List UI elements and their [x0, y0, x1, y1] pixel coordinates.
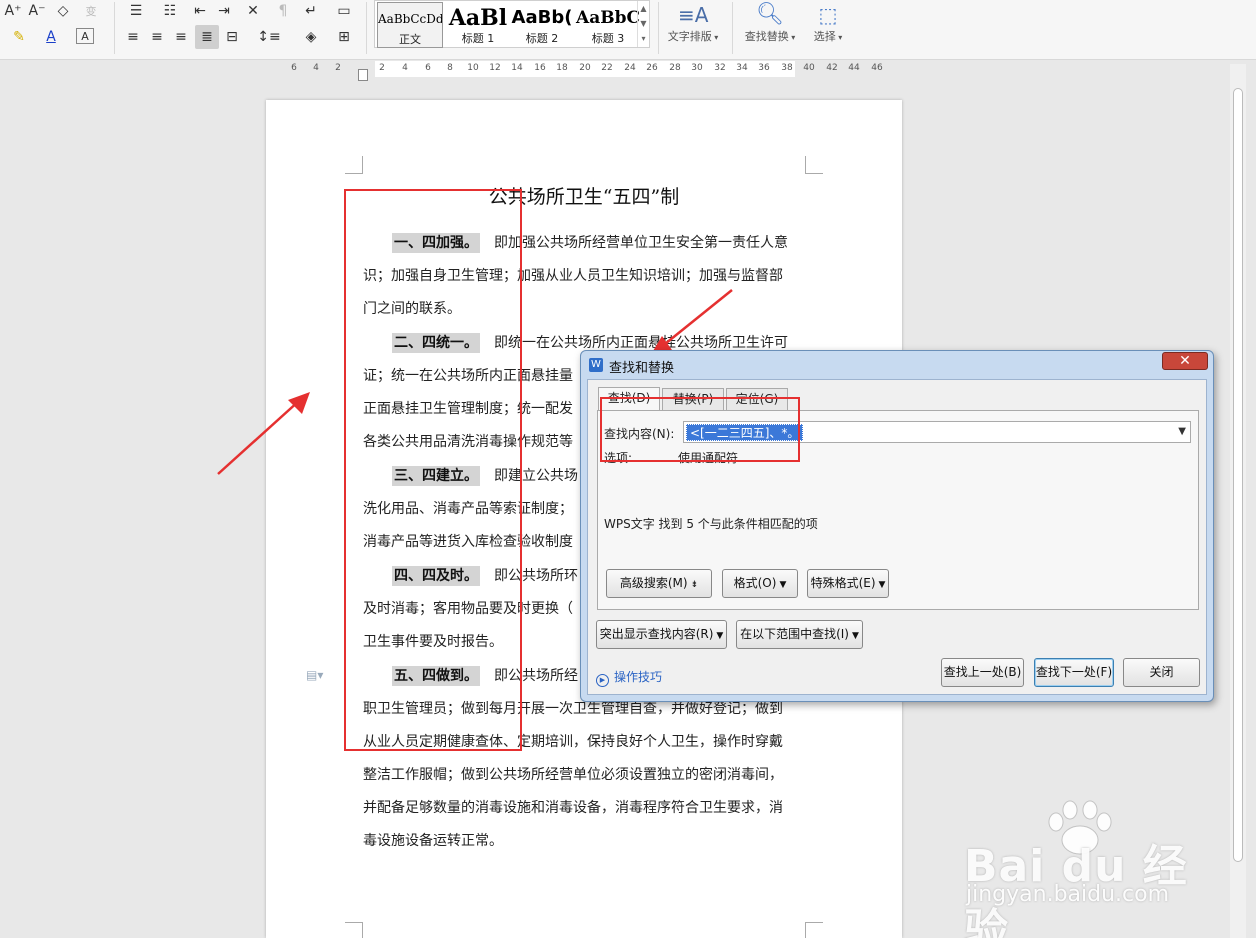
wps-app-icon: W	[589, 358, 603, 372]
find-in-scope-button[interactable]: 在以下范围中查找(I) ▼	[736, 620, 863, 649]
highlight-found-button[interactable]: 突出显示查找内容(R) ▼	[596, 620, 727, 649]
advanced-search-button[interactable]: 高级搜索(M) ⇟	[606, 569, 712, 598]
dropdown-arrow-icon: ▼	[878, 580, 886, 590]
close-button[interactable]: 关闭	[1123, 658, 1200, 687]
combo-dropdown-icon[interactable]: ▼	[1178, 426, 1186, 437]
find-next-button[interactable]: 查找下一处(F)	[1034, 658, 1114, 687]
dialog-title: 查找和替换	[609, 361, 675, 376]
arrow-to-headings	[217, 399, 301, 475]
search-result-text: WPS文字 找到 5 个与此条件相匹配的项	[604, 517, 818, 531]
play-circle-icon: ▶	[596, 674, 609, 687]
annotation-box-find-field	[600, 397, 800, 462]
arrow-to-dialog	[659, 289, 733, 349]
dialog-titlebar[interactable]: W 查找和替换 ✕	[581, 351, 1213, 379]
dropdown-arrow-icon: ▼	[851, 631, 859, 641]
dropdown-arrow-icon: ▼	[716, 631, 724, 641]
watermark-url: jingyan.baidu.com	[966, 882, 1170, 907]
arrowhead-icon	[288, 392, 310, 414]
special-format-button[interactable]: 特殊格式(E) ▼	[807, 569, 889, 598]
baidu-jingyan-watermark: Bai du 经验 jingyan.baidu.com	[960, 800, 1200, 938]
expand-icon: ⇟	[690, 580, 699, 590]
dialog-close-icon[interactable]: ✕	[1162, 352, 1208, 370]
tips-link[interactable]: ▶ 操作技巧	[596, 668, 662, 687]
dropdown-arrow-icon: ▼	[779, 580, 787, 590]
find-previous-button[interactable]: 查找上一处(B)	[941, 658, 1024, 687]
format-button[interactable]: 格式(O) ▼	[722, 569, 798, 598]
